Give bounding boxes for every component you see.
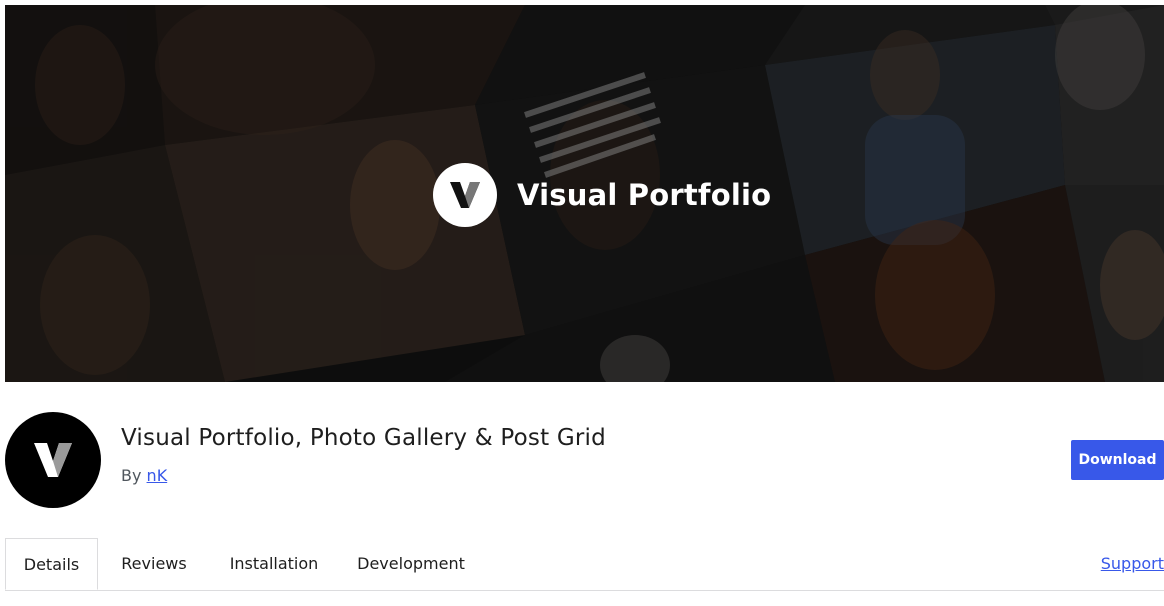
plugin-title: Visual Portfolio, Photo Gallery & Post G… (121, 425, 606, 451)
plugin-icon (5, 412, 101, 508)
tab-development[interactable]: Development (349, 538, 473, 589)
download-button[interactable]: Download (1071, 440, 1164, 480)
plugin-byline: By nK (121, 466, 167, 485)
tab-installation[interactable]: Installation (215, 538, 333, 589)
banner-title: Visual Portfolio (517, 178, 772, 212)
visual-portfolio-logo-icon (433, 163, 497, 227)
tab-details[interactable]: Details (5, 538, 98, 590)
support-link[interactable]: Support (1101, 538, 1164, 589)
banner-brand: Visual Portfolio (433, 163, 771, 227)
author-link[interactable]: nK (147, 466, 168, 485)
tab-reviews[interactable]: Reviews (110, 538, 198, 589)
visual-portfolio-logo-icon (34, 443, 72, 477)
plugin-tabs: Details Reviews Installation Development… (5, 538, 1164, 591)
plugin-banner: Visual Portfolio (5, 5, 1164, 382)
by-label: By (121, 466, 142, 485)
